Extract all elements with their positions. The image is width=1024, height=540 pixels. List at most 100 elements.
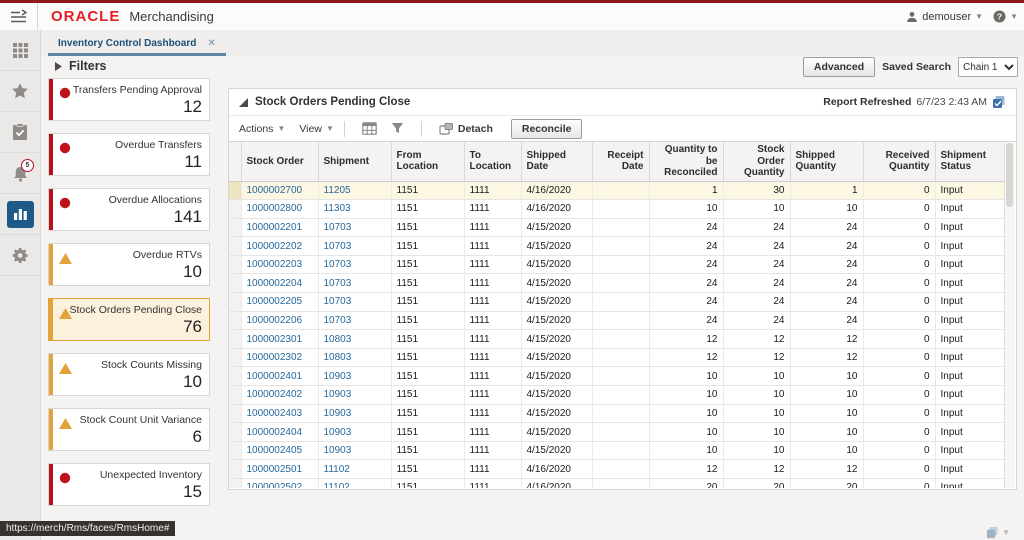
shipment-link[interactable]: 10703 — [324, 259, 352, 270]
column-header-to-location[interactable]: To Location — [464, 142, 521, 181]
column-header-stock-order[interactable]: Stock Order — [241, 142, 318, 181]
column-header-stock-order-quantity[interactable]: Stock Order Quantity — [723, 142, 790, 181]
row-selection-gutter[interactable] — [229, 330, 241, 349]
shipment-link[interactable]: 10703 — [324, 315, 352, 326]
stock-order-link[interactable]: 1000002203 — [247, 259, 303, 270]
row-selection-gutter[interactable] — [229, 479, 241, 489]
stock-order-link[interactable]: 1000002502 — [247, 482, 303, 488]
shipment-link[interactable]: 10703 — [324, 241, 352, 252]
row-selection-gutter[interactable] — [229, 293, 241, 312]
dashboard-tile-stock-count-unit-variance[interactable]: Stock Count Unit Variance6 — [48, 408, 210, 451]
help-icon[interactable]: ? — [993, 10, 1006, 23]
shipment-link[interactable]: 10703 — [324, 278, 352, 289]
row-selection-gutter[interactable] — [229, 237, 241, 256]
saved-search-select[interactable]: Chain 1 — [958, 57, 1018, 77]
advanced-button[interactable]: Advanced — [803, 57, 875, 77]
sidebar-item-tasks[interactable] — [0, 112, 40, 153]
table-row[interactable]: 100000220210703115111114/15/20202424240I… — [229, 237, 1006, 256]
table-scrollbar-thumb[interactable] — [1006, 143, 1013, 207]
table-row[interactable]: 100000240410903115111114/15/20201010100I… — [229, 423, 1006, 442]
row-selection-gutter[interactable] — [229, 367, 241, 386]
sidebar-item-settings[interactable] — [0, 235, 40, 276]
column-header-quantity-to-be-reconciled[interactable]: Quantity to be Reconciled — [649, 142, 723, 181]
stock-order-link[interactable]: 1000002205 — [247, 296, 303, 307]
shipment-link[interactable]: 10903 — [324, 371, 352, 382]
help-caret-icon[interactable]: ▼ — [1010, 13, 1018, 21]
column-header-shipped-quantity[interactable]: Shipped Quantity — [790, 142, 863, 181]
filter-button[interactable] — [391, 122, 404, 135]
row-selection-gutter[interactable] — [229, 386, 241, 405]
dashboard-tile-unexpected-inventory[interactable]: Unexpected Inventory15 — [48, 463, 210, 506]
dashboard-tile-overdue-transfers[interactable]: Overdue Transfers11 — [48, 133, 210, 176]
table-row[interactable]: 100000250211102115111114/16/20202020200I… — [229, 479, 1006, 489]
filters-section-toggle[interactable]: Filters — [55, 59, 107, 73]
stock-order-link[interactable]: 1000002206 — [247, 315, 303, 326]
view-menu[interactable]: View ▼ — [299, 123, 334, 135]
actions-menu[interactable]: Actions ▼ — [239, 123, 285, 135]
column-header-received-quantity[interactable]: Received Quantity — [863, 142, 935, 181]
shipment-link[interactable]: 10903 — [324, 445, 352, 456]
stock-order-link[interactable]: 1000002402 — [247, 389, 303, 400]
dashboard-tile-overdue-allocations[interactable]: Overdue Allocations141 — [48, 188, 210, 231]
table-row[interactable]: 100000250111102115111114/16/20201212120I… — [229, 460, 1006, 479]
row-selection-gutter[interactable] — [229, 274, 241, 293]
table-row[interactable]: 100000240210903115111114/15/20201010100I… — [229, 386, 1006, 405]
dashboard-tile-stock-orders-pending-close[interactable]: Stock Orders Pending Close76 — [48, 298, 210, 341]
dashboard-tile-stock-counts-missing[interactable]: Stock Counts Missing10 — [48, 353, 210, 396]
sidebar-toggle-button[interactable] — [0, 3, 38, 30]
row-selection-gutter[interactable] — [229, 441, 241, 460]
column-header-receipt-date[interactable]: Receipt Date — [592, 142, 649, 181]
tab-inventory-control-dashboard[interactable]: Inventory Control Dashboard ✕ — [48, 30, 226, 56]
shipment-link[interactable]: 10903 — [324, 427, 352, 438]
reconcile-button[interactable]: Reconcile — [511, 119, 583, 139]
table-row[interactable]: 100000230210803115111114/15/20201212120I… — [229, 348, 1006, 367]
dashboard-tile-transfers-pending-approval[interactable]: Transfers Pending Approval12 — [48, 78, 210, 121]
row-selection-gutter[interactable] — [229, 218, 241, 237]
tab-close-icon[interactable]: ✕ — [207, 38, 215, 49]
shipment-link[interactable]: 10903 — [324, 408, 352, 419]
shipment-link[interactable]: 10803 — [324, 334, 352, 345]
row-selection-gutter[interactable] — [229, 404, 241, 423]
row-selection-gutter[interactable] — [229, 200, 241, 219]
table-row[interactable]: 100000240110903115111114/15/20201010100I… — [229, 367, 1006, 386]
stock-order-link[interactable]: 1000002301 — [247, 334, 303, 345]
username-menu[interactable]: demouser — [922, 11, 971, 23]
stock-order-link[interactable]: 1000002204 — [247, 278, 303, 289]
stock-order-link[interactable]: 1000002401 — [247, 371, 303, 382]
table-row[interactable]: 100000230110803115111114/15/20201212120I… — [229, 330, 1006, 349]
stock-order-link[interactable]: 1000002700 — [247, 185, 303, 196]
shipment-link[interactable]: 10903 — [324, 389, 352, 400]
shipment-link[interactable]: 11205 — [324, 185, 351, 196]
shipment-link[interactable]: 11303 — [324, 203, 351, 214]
stock-order-link[interactable]: 1000002501 — [247, 464, 303, 475]
table-row[interactable]: 100000220410703115111114/15/20202424240I… — [229, 274, 1006, 293]
table-row[interactable]: 100000240510903115111114/15/20201010100I… — [229, 441, 1006, 460]
column-header-from-location[interactable]: From Location — [391, 142, 464, 181]
column-header-shipment[interactable]: Shipment — [318, 142, 391, 181]
table-row[interactable]: 100000220610703115111114/15/20202424240I… — [229, 311, 1006, 330]
column-header-shipped-date[interactable]: Shipped Date — [521, 142, 592, 181]
table-row[interactable]: 100000220510703115111114/15/20202424240I… — [229, 293, 1006, 312]
row-selection-gutter[interactable] — [229, 423, 241, 442]
row-selection-gutter[interactable] — [229, 460, 241, 479]
row-selection-gutter[interactable] — [229, 255, 241, 274]
table-row[interactable]: 100000280011303115111114/16/20201010100I… — [229, 200, 1006, 219]
detach-button[interactable]: Detach — [439, 123, 493, 135]
table-row[interactable]: 100000240310903115111114/15/20201010100I… — [229, 404, 1006, 423]
row-selection-gutter[interactable] — [229, 348, 241, 367]
dashboard-tile-overdue-rtvs[interactable]: Overdue RTVs10 — [48, 243, 210, 286]
table-scrollbar[interactable] — [1004, 142, 1015, 488]
sidebar-item-apps[interactable] — [0, 30, 40, 71]
export-button[interactable] — [362, 122, 377, 135]
footer-refresh-widget[interactable]: ▼ — [986, 526, 1010, 539]
shipment-link[interactable]: 10703 — [324, 222, 352, 233]
stock-order-link[interactable]: 1000002202 — [247, 241, 303, 252]
shipment-link[interactable]: 11102 — [324, 464, 350, 475]
user-caret-icon[interactable]: ▼ — [975, 13, 983, 21]
shipment-link[interactable]: 11102 — [324, 482, 350, 488]
stock-order-link[interactable]: 1000002403 — [247, 408, 303, 419]
stock-order-link[interactable]: 1000002302 — [247, 352, 303, 363]
stock-order-link[interactable]: 1000002405 — [247, 445, 303, 456]
row-selection-gutter[interactable] — [229, 311, 241, 330]
sidebar-item-favorites[interactable] — [0, 71, 40, 112]
